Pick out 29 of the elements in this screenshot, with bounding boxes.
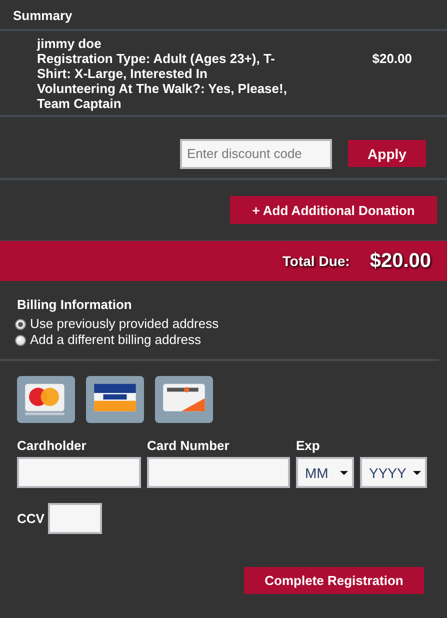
credit-card-icon[interactable] [17,376,75,423]
apply-button[interactable]: Apply [348,140,426,167]
radio-button[interactable] [15,318,26,330]
caret-icon [413,470,421,474]
field-label: Exp [296,438,321,455]
registration-details: Registration Type: Adult (Ages 23+), T-Shirt: X-Large, Interested In Volunteering At The Walk?: Yes, Please!, Team Captain [37,51,287,111]
credit-card-icon[interactable] [155,376,213,423]
credit-card-icon[interactable] [86,376,144,423]
radio-button[interactable] [15,334,26,346]
year-dropdown[interactable]: YYYY [360,457,427,488]
month-dropdown[interactable]: MM [296,457,354,488]
field-label: Cardholder [17,438,88,455]
caret-icon [340,470,348,474]
registrant-name: jimmy doe [37,36,102,51]
cardholder-field[interactable] [17,457,141,488]
complete-registration-button[interactable]: Complete Registration [244,567,424,594]
total-label: Total Due: [282,253,350,269]
total-amount: $20.00 [370,250,431,272]
section-title: Billing Information [17,297,133,312]
radio-label: Use previously provided address [30,316,219,332]
ccv-field[interactable] [48,503,102,534]
radio-label: Add a different billing address [30,332,202,348]
field-label: Card Number [147,438,230,455]
section-title: Summary [0,0,447,31]
add-donation-button[interactable]: + Add Additional Donation [230,196,437,224]
card-number-field[interactable] [147,457,290,488]
field-label: CCV [17,511,44,526]
discount-code-field[interactable]: Enter discount code [180,138,332,168]
item-price: $20.00 [372,51,412,68]
